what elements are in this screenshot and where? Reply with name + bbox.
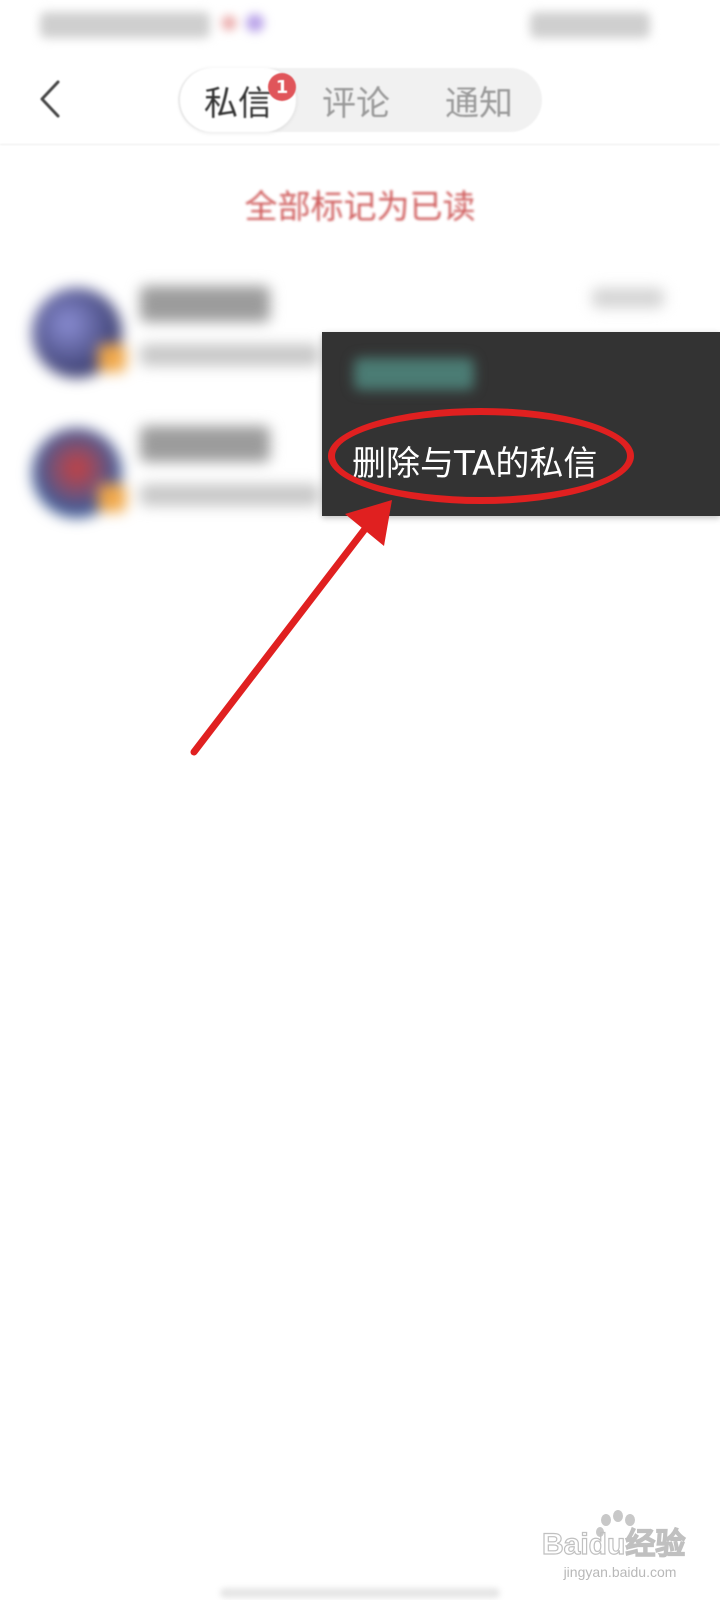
tab-label: 私信 [204, 83, 272, 124]
status-bar-indicators [530, 12, 650, 38]
highlight-annotation [328, 408, 634, 504]
header: 私信 评论 通知 [0, 56, 720, 145]
watermark-subtitle: jingyan.baidu.com [563, 1564, 677, 1580]
tab-switcher: 私信 评论 通知 [178, 68, 542, 132]
message-preview [140, 484, 320, 506]
avatar-badge-icon [98, 344, 126, 372]
mark-all-read-button[interactable]: 全部标记为已读 [0, 180, 720, 230]
chevron-left-icon [40, 80, 60, 118]
status-bar-time [40, 12, 210, 38]
svg-text:Baidu经验: Baidu经验 [542, 1527, 685, 1561]
contact-name [140, 286, 270, 322]
contact-name [140, 426, 270, 462]
tab-comments[interactable]: 评论 [304, 68, 408, 132]
avatar-badge-icon [98, 484, 126, 512]
back-button[interactable] [30, 76, 74, 122]
unread-badge: 1 [268, 73, 296, 101]
tab-label: 评论 [322, 83, 390, 124]
app-notification-icon [246, 14, 264, 32]
message-time [592, 288, 664, 308]
context-menu-title [354, 358, 474, 390]
tab-notifications[interactable]: 通知 [424, 68, 534, 132]
tab-label: 通知 [445, 83, 513, 124]
background: 私信 评论 通知 1 全部标记为已读 [0, 0, 720, 1600]
home-indicator [220, 1588, 500, 1598]
baidu-paw-logo-icon: Baidu经验 [541, 1510, 686, 1562]
watermark: Baidu经验 jingyan.baidu.com [540, 1508, 700, 1588]
notification-icon [222, 16, 236, 30]
status-bar [0, 0, 720, 56]
message-preview [140, 344, 320, 366]
